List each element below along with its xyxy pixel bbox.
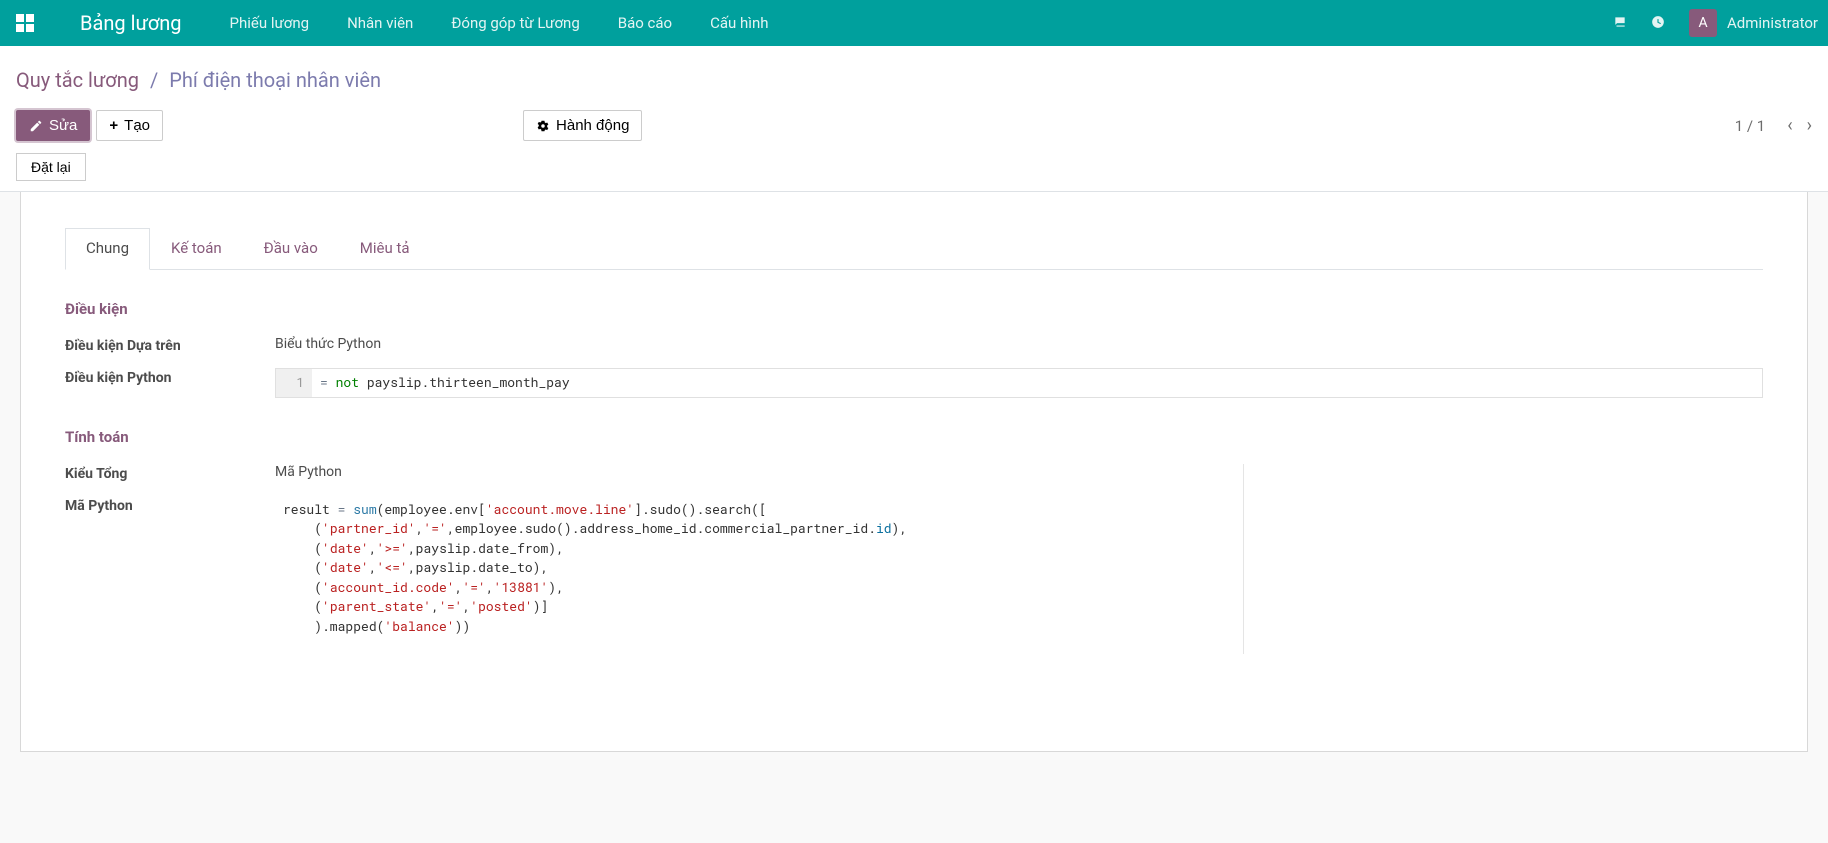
label-python-code: Mã Python (65, 496, 275, 641)
gear-icon (536, 119, 550, 133)
section-compute-title: Tính toán (65, 428, 1763, 446)
edit-button[interactable]: Sửa (16, 110, 90, 141)
menu-payslips[interactable]: Phiếu lương (230, 14, 310, 32)
action-button-label: Hành động (556, 117, 629, 134)
main-menu: Phiếu lương Nhân viên Đóng góp từ Lương … (230, 14, 769, 32)
app-brand[interactable]: Bảng lương (80, 11, 182, 35)
pencil-icon (29, 119, 43, 133)
avatar: A (1689, 9, 1717, 37)
menu-employees[interactable]: Nhân viên (347, 14, 413, 32)
top-navbar: Bảng lương Phiếu lương Nhân viên Đóng gó… (0, 0, 1828, 46)
edit-button-label: Sửa (49, 117, 77, 134)
value-condition-based-on: Biểu thức Python (275, 336, 1763, 354)
control-panel: Quy tắc lương / Phí điện thoại nhân viên… (0, 46, 1828, 192)
activities-icon[interactable] (1651, 13, 1665, 34)
tab-inputs[interactable]: Đầu vào (243, 228, 339, 270)
discuss-icon[interactable] (1613, 13, 1627, 34)
action-button[interactable]: Hành động (523, 110, 642, 141)
menu-config[interactable]: Cấu hình (710, 14, 768, 32)
condition-python-code: 1 = not payslip.thirteen_month_pay (275, 368, 1763, 398)
breadcrumb: Quy tắc lương / Phí điện thoại nhân viên (16, 68, 1812, 92)
tab-description[interactable]: Miêu tả (339, 228, 431, 270)
pager-text: 1 / 1 (1735, 117, 1766, 135)
create-button[interactable]: + Tạo (96, 110, 163, 141)
create-button-label: Tạo (124, 117, 150, 134)
section-condition-title: Điều kiện (65, 300, 1763, 318)
value-amount-type: Mã Python (275, 464, 1243, 482)
tabs: Chung Kế toán Đầu vào Miêu tả (65, 228, 1763, 270)
pager-prev[interactable]: ‹ (1787, 115, 1792, 136)
label-condition-based-on: Điều kiện Dựa trên (65, 336, 275, 354)
compute-python-code: result = sum(employee.env['account.move.… (275, 496, 1243, 641)
apps-icon[interactable] (16, 14, 34, 32)
tab-general[interactable]: Chung (65, 228, 150, 270)
user-menu[interactable]: A Administrator (1689, 9, 1818, 37)
plus-icon: + (109, 117, 118, 134)
user-name: Administrator (1727, 14, 1818, 32)
breadcrumb-current: Phí điện thoại nhân viên (169, 68, 381, 92)
label-amount-type: Kiểu Tổng (65, 464, 275, 482)
breadcrumb-sep: / (150, 68, 158, 92)
reset-button[interactable]: Đặt lại (16, 153, 86, 181)
pager-next[interactable]: › (1807, 115, 1812, 136)
menu-contrib[interactable]: Đóng góp từ Lương (451, 14, 579, 32)
form-sheet: Chung Kế toán Đầu vào Miêu tả Điều kiện … (20, 192, 1808, 752)
breadcrumb-parent[interactable]: Quy tắc lương (16, 68, 139, 92)
label-condition-python: Điều kiện Python (65, 368, 275, 398)
tab-accounting[interactable]: Kế toán (150, 228, 243, 270)
menu-reports[interactable]: Báo cáo (618, 14, 672, 32)
